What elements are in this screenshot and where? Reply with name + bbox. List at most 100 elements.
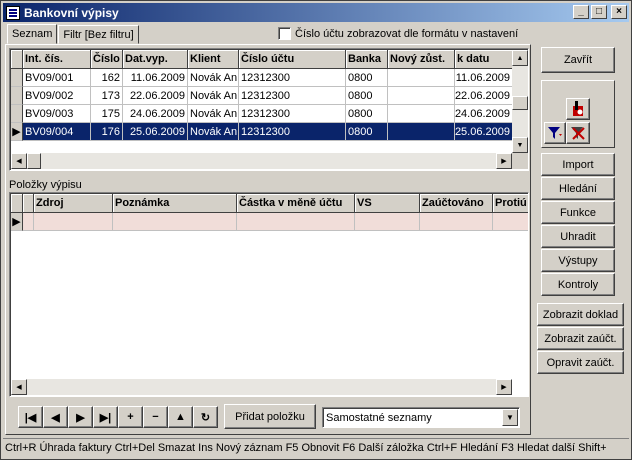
- show-document-button[interactable]: Zobrazit doklad: [537, 303, 624, 326]
- column-header[interactable]: Int. čís.: [23, 50, 91, 69]
- list-mode-select[interactable]: Samostatné seznamy ▼: [322, 407, 520, 428]
- column-header[interactable]: Dat.vyp.: [123, 50, 188, 69]
- table-row[interactable]: BV09/002 173 22.06.2009 Novák An 1231230…: [11, 87, 513, 105]
- cell-banka: 0800: [346, 87, 388, 105]
- maximize-button[interactable]: □: [591, 5, 607, 19]
- wand-tool-icon[interactable]: [566, 98, 590, 120]
- scroll-right-icon[interactable]: ▶: [496, 153, 512, 169]
- column-header[interactable]: Číslo účtu: [239, 50, 346, 69]
- cell-poznamka[interactable]: [113, 213, 237, 231]
- cell-protiucet[interactable]: [493, 213, 528, 231]
- row-pointer-icon: ▶: [11, 123, 23, 141]
- scroll-up-icon[interactable]: ▲: [512, 50, 528, 66]
- statements-grid[interactable]: Int. čís. Číslo Dat.vyp. Klient Číslo úč…: [9, 48, 529, 171]
- column-header[interactable]: Nový zůst.: [388, 50, 455, 69]
- header-indicator: [11, 50, 23, 69]
- refresh-button[interactable]: ↻: [193, 406, 218, 428]
- cell-vs[interactable]: [355, 213, 420, 231]
- status-bar: Ctrl+R Úhrada faktury Ctrl+Del Smazat In…: [3, 438, 629, 457]
- tab-filtr[interactable]: Filtr [Bez filtru]: [58, 25, 139, 44]
- funnel-icon: [548, 127, 562, 139]
- column-header[interactable]: Klient: [188, 50, 239, 69]
- window-controls: _ □ ×: [573, 5, 627, 19]
- header-indicator: [11, 194, 23, 213]
- tab-strip: Seznam Filtr [Bez filtru]: [7, 24, 140, 45]
- cell-dat-vyp: 11.06.2009: [123, 69, 188, 87]
- scroll-down-icon[interactable]: ▼: [512, 137, 528, 153]
- add-record-button[interactable]: +: [118, 406, 143, 428]
- table-row-selected[interactable]: ▶ BV09/004 176 25.06.2009 Novák An 12312…: [11, 123, 513, 141]
- cell-int-cis: BV09/001: [23, 69, 91, 87]
- cell-zauctovano[interactable]: [420, 213, 493, 231]
- cell-cislo-uctu: 12312300: [239, 123, 346, 141]
- title-bar: Bankovní výpisy _ □ ×: [3, 3, 629, 22]
- cell-dat-vyp: 24.06.2009: [123, 105, 188, 123]
- add-item-button[interactable]: Přidat položku: [224, 404, 316, 429]
- delete-record-button[interactable]: −: [143, 406, 168, 428]
- first-record-button[interactable]: |◀: [18, 406, 43, 428]
- cell-dat-vyp: 25.06.2009: [123, 123, 188, 141]
- table-row-new[interactable]: ▶: [11, 213, 528, 231]
- outputs-button[interactable]: Výstupy: [541, 249, 615, 272]
- cell-banka: 0800: [346, 105, 388, 123]
- statements-vscroll[interactable]: ▲ ▼: [512, 50, 528, 153]
- items-grid[interactable]: Zdroj Poznámka Částka v měně účtu VS Zaú…: [9, 192, 529, 397]
- cell-int-cis: BV09/004: [23, 123, 91, 141]
- filter-icon[interactable]: [544, 122, 566, 144]
- next-record-button[interactable]: ▶: [68, 406, 93, 428]
- statements-grid-header: Int. čís. Číslo Dat.vyp. Klient Číslo úč…: [11, 50, 513, 69]
- row-indicator: [11, 87, 23, 105]
- scroll-right-icon[interactable]: ▶: [496, 379, 512, 395]
- account-format-option[interactable]: Číslo účtu zobrazovat dle formátu v nast…: [278, 27, 518, 40]
- import-button[interactable]: Import: [541, 153, 615, 176]
- column-header[interactable]: Poznámka: [113, 194, 237, 213]
- cell-zdroj[interactable]: [34, 213, 113, 231]
- items-section-label: Položky výpisu: [9, 179, 82, 191]
- column-header[interactable]: Protiú: [493, 194, 528, 213]
- column-header[interactable]: Banka: [346, 50, 388, 69]
- column-header[interactable]: k datu: [455, 50, 513, 69]
- tab-seznam[interactable]: Seznam: [7, 24, 58, 44]
- cell-dat-vyp: 22.06.2009: [123, 87, 188, 105]
- account-format-checkbox[interactable]: [278, 27, 291, 40]
- close-window-button[interactable]: ×: [611, 5, 627, 19]
- fix-posting-button[interactable]: Opravit zaúčt.: [537, 351, 624, 374]
- scroll-left-icon[interactable]: ◀: [11, 153, 27, 169]
- scroll-thumb[interactable]: [27, 153, 41, 169]
- cell-k-datu: 25.06.2009: [455, 123, 513, 141]
- cell-int-cis: BV09/003: [23, 105, 91, 123]
- filter-tools-panel: [541, 80, 615, 148]
- cell-int-cis: BV09/002: [23, 87, 91, 105]
- prev-record-button[interactable]: ◀: [43, 406, 68, 428]
- checks-button[interactable]: Kontroly: [541, 273, 615, 296]
- scroll-left-icon[interactable]: ◀: [11, 379, 27, 395]
- statements-hscroll[interactable]: ◀ ▶: [11, 153, 512, 169]
- account-format-label: Číslo účtu zobrazovat dle formátu v nast…: [295, 27, 519, 40]
- search-button[interactable]: Hledání: [541, 177, 615, 200]
- column-header[interactable]: Částka v měně účtu: [237, 194, 355, 213]
- items-grid-header: Zdroj Poznámka Částka v měně účtu VS Zaú…: [11, 194, 528, 213]
- column-header[interactable]: Zdroj: [34, 194, 113, 213]
- move-up-button[interactable]: ▲: [168, 406, 193, 428]
- table-row[interactable]: BV09/001 162 11.06.2009 Novák An 1231230…: [11, 69, 513, 87]
- scroll-thumb[interactable]: [512, 96, 528, 110]
- clear-filter-icon[interactable]: [566, 122, 590, 144]
- cell-castka[interactable]: [237, 213, 355, 231]
- cell-spacer: [23, 213, 34, 231]
- functions-button[interactable]: Funkce: [541, 201, 615, 224]
- row-indicator: [11, 69, 23, 87]
- cell-cislo: 176: [91, 123, 123, 141]
- close-button[interactable]: Zavřít: [541, 47, 615, 73]
- chevron-down-icon[interactable]: ▼: [502, 409, 518, 426]
- pay-button[interactable]: Uhradit: [541, 225, 615, 248]
- minimize-button[interactable]: _: [573, 5, 589, 19]
- app-icon: [6, 5, 20, 20]
- cell-klient: Novák An: [188, 105, 239, 123]
- table-row[interactable]: BV09/003 175 24.06.2009 Novák An 1231230…: [11, 105, 513, 123]
- show-posting-button[interactable]: Zobrazit zaúčt.: [537, 327, 624, 350]
- column-header[interactable]: Číslo: [91, 50, 123, 69]
- column-header[interactable]: Zaúčtováno: [420, 194, 493, 213]
- column-header[interactable]: VS: [355, 194, 420, 213]
- items-hscroll[interactable]: ◀ ▶: [11, 379, 512, 395]
- last-record-button[interactable]: ▶|: [93, 406, 118, 428]
